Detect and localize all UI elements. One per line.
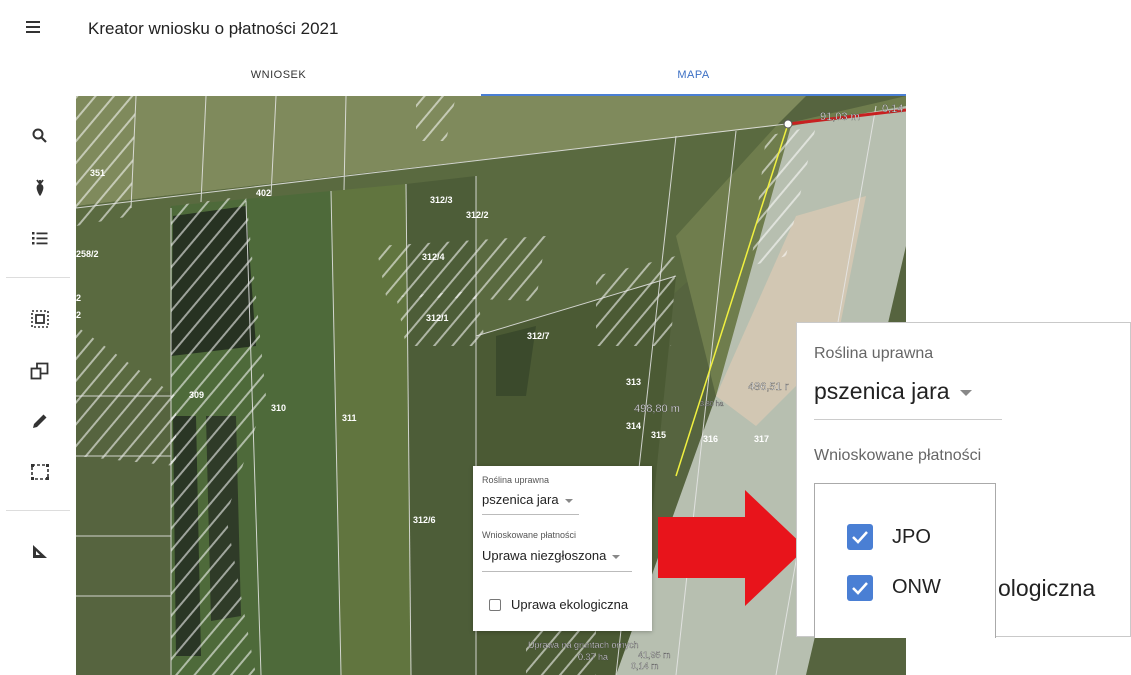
measure-label-top: 91,03 m xyxy=(820,111,860,123)
crop-select-value: pszenica jara xyxy=(482,492,559,507)
eco-checkbox[interactable] xyxy=(489,599,501,611)
check-icon xyxy=(852,531,868,544)
check-icon xyxy=(852,582,868,595)
select-area-icon[interactable] xyxy=(28,307,52,331)
tab-bar: WNIOSEK MAPA xyxy=(76,60,906,96)
parcel-label-312-3: 312/3 xyxy=(430,195,453,205)
payments-select-value: Uprawa niezgłoszona xyxy=(482,548,607,563)
parcel-label-2a: 2 xyxy=(76,293,81,303)
parcel-label-312-4: 312/4 xyxy=(422,252,445,262)
parcel-label-309: 309 xyxy=(189,390,204,400)
zoom-crop-select-value: pszenica jara xyxy=(814,378,950,404)
parcel-label-312-1: 312/1 xyxy=(426,313,449,323)
payments-dropdown: JPO ONW xyxy=(814,483,996,638)
parcel-label-315: 315 xyxy=(651,430,666,440)
app-header: Kreator wniosku o płatności 2021 xyxy=(0,0,1131,60)
chevron-down-icon xyxy=(959,389,972,396)
parcel-label-312-6: 312/6 xyxy=(413,515,436,525)
measure-label-length: 498,80 m xyxy=(634,403,680,415)
toolbar-divider xyxy=(6,277,70,278)
crop-label: Roślina uprawna xyxy=(482,475,550,485)
checkbox-jpo[interactable] xyxy=(847,524,873,550)
measure-label-length-2: 486,51 r xyxy=(748,381,789,393)
parcel-label-313: 313 xyxy=(626,377,641,387)
plant-icon[interactable] xyxy=(28,176,52,200)
parcel-label-314: 314 xyxy=(626,421,641,431)
search-icon[interactable] xyxy=(28,124,52,148)
measure-label-bottom-2: 0,14 m xyxy=(631,661,659,671)
tab-wniosek[interactable]: WNIOSEK xyxy=(76,60,481,96)
parcel-label-258-2: 258/2 xyxy=(76,249,99,259)
payments-label: Wnioskowane płatności xyxy=(482,530,577,540)
toolbar-divider xyxy=(6,510,70,511)
map-area-label: 0.37 ha xyxy=(578,652,608,662)
parcel-label-312-2: 312/2 xyxy=(466,210,489,220)
page-title: Kreator wniosku o płatności 2021 xyxy=(88,19,339,38)
parcel-label-402: 402 xyxy=(256,188,271,198)
bounding-box-icon[interactable] xyxy=(28,460,52,484)
parcel-label-2b: 2 xyxy=(76,310,81,320)
zoom-payments-label: Wnioskowane płatności xyxy=(814,447,982,464)
zoomed-popup: Roślina uprawna pszenica jara Wnioskowan… xyxy=(796,322,1131,638)
chevron-down-icon xyxy=(612,554,621,559)
copy-geometry-icon[interactable] xyxy=(28,359,52,383)
map-crop-label: Uprawa na gruntach ornych xyxy=(528,640,639,650)
measure-label-area: 3.80 ha xyxy=(700,401,723,408)
option-jpo-label: JPO xyxy=(892,526,931,548)
eco-label-partial: ologiczna xyxy=(998,575,1096,601)
crop-select-underline xyxy=(482,514,579,515)
zoom-crop-underline xyxy=(814,419,1002,420)
zoom-crop-select[interactable]: pszenica jara xyxy=(814,378,972,405)
eco-checkbox-label: Uprawa ekologiczna xyxy=(511,597,629,612)
checkbox-onw[interactable] xyxy=(847,575,873,601)
parcel-label-351: 351 xyxy=(90,168,105,178)
zoom-crop-label: Roślina uprawna xyxy=(814,345,934,362)
parcel-label-316: 316 xyxy=(703,434,718,444)
payments-select[interactable]: Uprawa niezgłoszona xyxy=(482,548,621,563)
map-toolbar xyxy=(0,96,76,675)
menu-icon[interactable] xyxy=(26,18,48,38)
measure-label-bottom: 41,95 m xyxy=(638,650,671,660)
red-arrow xyxy=(658,490,806,606)
parcel-label-312-7: 312/7 xyxy=(527,331,550,341)
parcel-popup: Roślina uprawna pszenica jara Wnioskowan… xyxy=(473,466,652,631)
chevron-down-icon xyxy=(564,498,573,503)
list-icon[interactable] xyxy=(28,226,52,250)
tab-mapa[interactable]: MAPA xyxy=(481,60,906,96)
parcel-label-310: 310 xyxy=(271,403,286,413)
edit-pencil-icon[interactable] xyxy=(28,409,52,433)
parcel-label-311: 311 xyxy=(342,413,357,423)
measure-ruler-icon[interactable] xyxy=(28,539,52,563)
parcel-label-317: 317 xyxy=(754,434,769,444)
payments-select-underline xyxy=(482,571,632,572)
option-onw-label: ONW xyxy=(892,576,941,598)
measure-label-top-right: 0,14 xyxy=(882,103,903,115)
crop-select[interactable]: pszenica jara xyxy=(482,492,573,507)
